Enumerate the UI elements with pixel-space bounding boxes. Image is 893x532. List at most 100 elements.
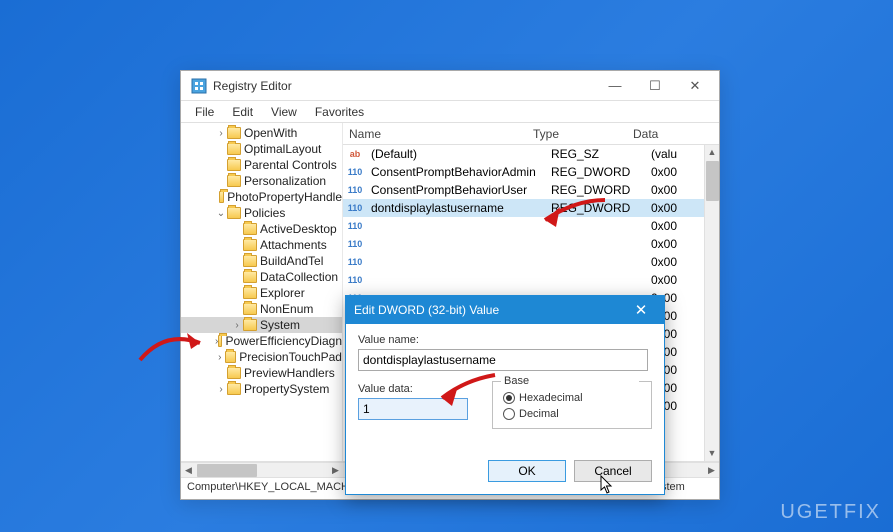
dialog-body: Value name: Value data: Base Hexadecimal… [346,324,664,460]
list-row[interactable]: 1100x00 [343,271,719,289]
tree-item[interactable]: DataCollection [181,269,342,285]
tree-item[interactable]: Attachments [181,237,342,253]
tree-item-label: ActiveDesktop [260,222,337,236]
tree-pane[interactable]: › OpenWith OptimalLayout Parental Controls P… [181,123,343,461]
dialog-title: Edit DWORD (32-bit) Value [354,303,626,317]
watermark: UGETFIX [780,501,881,524]
tree-item[interactable]: PhotoPropertyHandle [181,189,342,205]
tree-item[interactable]: › PrecisionTouchPad [181,349,342,365]
tree-item[interactable]: › PropertySystem [181,381,342,397]
list-row[interactable]: 1100x00 [343,235,719,253]
value-type-icon: 110 [347,183,363,197]
folder-icon [243,303,257,315]
value-type-cell: REG_SZ [551,147,651,161]
dialog-titlebar[interactable]: Edit DWORD (32-bit) Value ✕ [346,296,664,324]
value-type-cell: REG_DWORD [551,165,651,179]
expand-arrow-icon[interactable]: ⌄ [215,208,227,219]
dec-label: Decimal [519,408,559,420]
col-header-data[interactable]: Data [633,127,719,141]
radio-hexadecimal[interactable]: Hexadecimal [503,392,641,404]
value-data-label: Value data: [358,383,468,395]
tree-item[interactable]: ActiveDesktop [181,221,342,237]
tree-item-label: PrecisionTouchPad [239,350,342,364]
radio-decimal[interactable]: Decimal [503,408,641,420]
edit-dword-dialog: Edit DWORD (32-bit) Value ✕ Value name: … [345,295,665,495]
tree-item-label: Policies [244,206,285,220]
value-type-icon: 110 [347,273,363,287]
value-name-cell: dontdisplaylastusername [365,201,551,215]
value-name-cell: (Default) [365,147,551,161]
list-row[interactable]: 1100x00 [343,253,719,271]
list-row[interactable]: 110ConsentPromptBehaviorUserREG_DWORD0x0… [343,181,719,199]
col-header-type[interactable]: Type [533,127,633,141]
list-row[interactable]: 110ConsentPromptBehaviorAdminREG_DWORD0x… [343,163,719,181]
minimize-button[interactable]: — [595,72,635,100]
menu-edit[interactable]: Edit [224,103,261,121]
scroll-thumb[interactable] [706,161,719,201]
tree-item-label: DataCollection [260,270,338,284]
tree-item[interactable]: NonEnum [181,301,342,317]
tree-item-label: OptimalLayout [244,142,321,156]
folder-icon [219,191,225,203]
value-name-input[interactable] [358,349,648,371]
value-name-cell: ConsentPromptBehaviorUser [365,183,551,197]
tree-item-label: Attachments [260,238,327,252]
folder-icon [227,143,241,155]
dialog-close-button[interactable]: ✕ [626,301,656,319]
radio-icon [503,408,515,420]
value-data-input[interactable] [358,398,468,420]
titlebar[interactable]: Registry Editor — ☐ ✕ [181,71,719,101]
tree-item[interactable]: › OpenWith [181,125,342,141]
tree-item-label: OpenWith [244,126,297,140]
scroll-left-icon[interactable]: ◀ [181,463,196,477]
list-scrollbar-vertical[interactable]: ▲ ▼ [704,145,719,461]
folder-icon [243,287,257,299]
cancel-button[interactable]: Cancel [574,460,652,482]
expand-arrow-icon[interactable]: › [215,384,227,395]
scroll-up-icon[interactable]: ▲ [705,145,719,160]
tree-item-label: Parental Controls [244,158,337,172]
list-row[interactable]: 1100x00 [343,217,719,235]
expand-arrow-icon[interactable]: › [215,128,227,139]
scroll-right-icon[interactable]: ▶ [704,463,719,477]
scroll-down-icon[interactable]: ▼ [705,446,719,461]
tree-item[interactable]: Parental Controls [181,157,342,173]
expand-arrow-icon[interactable]: › [215,352,225,363]
folder-icon [243,255,257,267]
tree-hscroll-thumb[interactable] [197,464,257,477]
value-type-cell: REG_DWORD [551,201,651,215]
col-header-name[interactable]: Name [343,127,533,141]
folder-icon [227,175,241,187]
tree-scrollbar-horizontal[interactable]: ◀ ▶ [181,462,343,477]
menu-view[interactable]: View [263,103,305,121]
tree-item[interactable]: OptimalLayout [181,141,342,157]
tree-item-label: PhotoPropertyHandle [227,190,342,204]
folder-icon [243,271,257,283]
scroll-right-icon[interactable]: ▶ [328,463,343,477]
tree-item-label: PreviewHandlers [244,366,335,380]
menu-favorites[interactable]: Favorites [307,103,372,121]
tree-item-label: NonEnum [260,302,313,316]
folder-icon [227,127,241,139]
folder-icon [227,383,241,395]
list-row[interactable]: 110dontdisplaylastusernameREG_DWORD0x00 [343,199,719,217]
tree-item-label: Personalization [244,174,326,188]
value-name-cell: ConsentPromptBehaviorAdmin [365,165,551,179]
expand-arrow-icon[interactable]: › [231,320,243,331]
tree-item[interactable]: ›PowerEfficiencyDiagn [181,333,342,349]
list-row[interactable]: ab(Default)REG_SZ(valu [343,145,719,163]
menu-file[interactable]: File [187,103,222,121]
tree-item[interactable]: ⌄ Policies [181,205,342,221]
radio-icon [503,392,515,404]
tree-item[interactable]: BuildAndTel [181,253,342,269]
close-button[interactable]: ✕ [675,72,715,100]
tree-item[interactable]: PreviewHandlers [181,365,342,381]
tree-item[interactable]: Personalization [181,173,342,189]
maximize-button[interactable]: ☐ [635,72,675,100]
ok-button[interactable]: OK [488,460,566,482]
window-title: Registry Editor [213,79,595,93]
tree-item-label: PropertySystem [244,382,329,396]
folder-icon [225,351,237,363]
tree-item[interactable]: ›System [181,317,342,333]
tree-item[interactable]: Explorer [181,285,342,301]
